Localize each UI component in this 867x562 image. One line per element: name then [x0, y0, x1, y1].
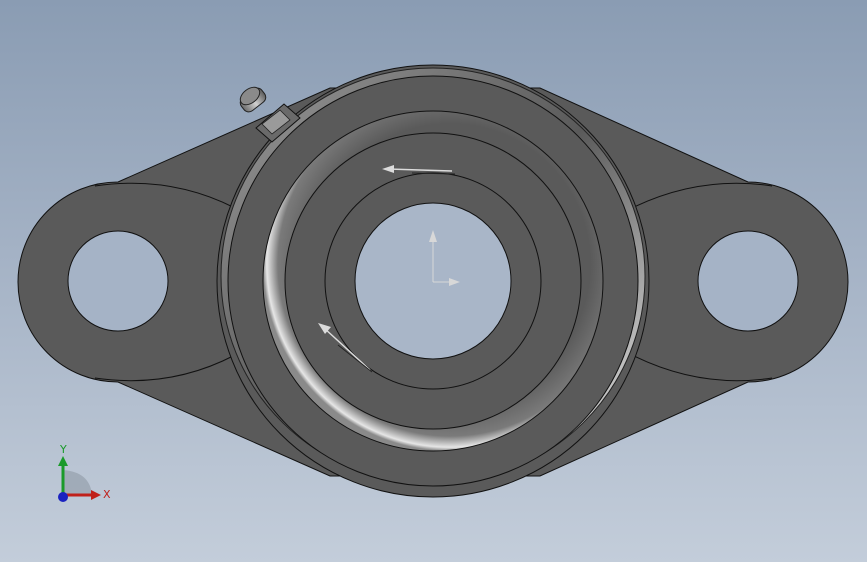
x-axis-arrowhead	[91, 490, 101, 500]
flange-bearing-model[interactable]	[0, 0, 867, 562]
x-axis-label: X	[103, 488, 111, 501]
triad-plane-shade	[63, 470, 92, 495]
left-mounting-hole[interactable]	[67, 230, 169, 332]
graphics-viewport[interactable]: Y X	[0, 0, 867, 562]
y-axis-arrowhead	[58, 456, 68, 466]
z-axis-dot	[58, 492, 68, 502]
y-axis-label: Y	[59, 443, 67, 456]
right-mounting-hole[interactable]	[697, 230, 799, 332]
axis-triad[interactable]: Y X	[48, 440, 118, 510]
